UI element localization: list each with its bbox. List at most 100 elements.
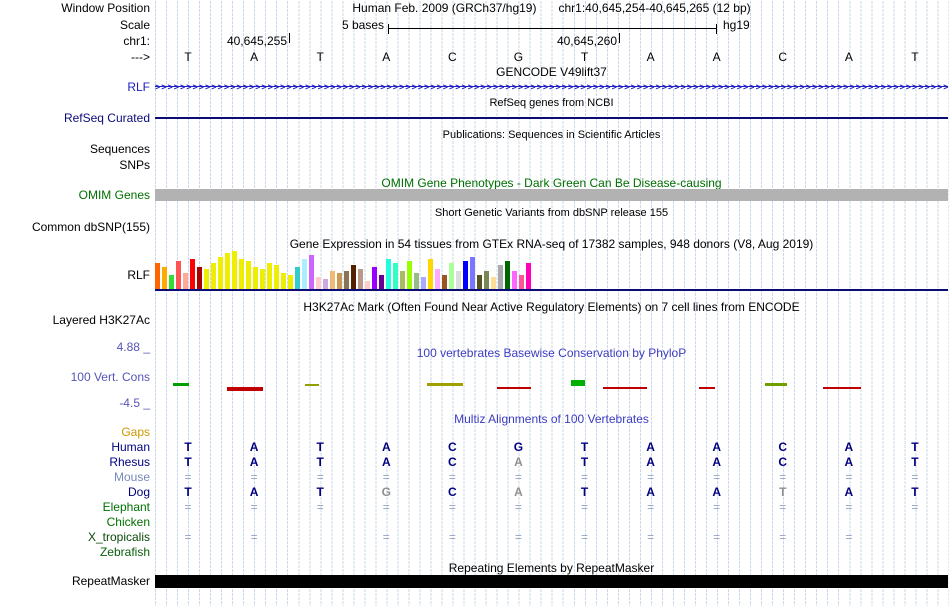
track-title-publications[interactable]: Publications: Sequences in Scientific Ar… (155, 128, 948, 142)
track-title-dbsnp[interactable]: Short Genetic Variants from dbSNP releas… (155, 206, 948, 220)
cons-max-value: 4.88 _ (116, 340, 150, 354)
gtex-tissue-bar[interactable] (274, 265, 279, 289)
gtex-tissue-bar[interactable] (372, 267, 377, 289)
alignment-cell (618, 515, 684, 530)
track-label-snps[interactable]: SNPs (0, 158, 150, 172)
gtex-tissue-bar[interactable] (253, 267, 258, 289)
gtex-tissue-bar[interactable] (400, 271, 405, 289)
gtex-tissue-bar[interactable] (176, 261, 181, 289)
track-label-h3k27ac[interactable]: Layered H3K27Ac (0, 313, 150, 327)
gtex-tissue-bar[interactable] (491, 277, 496, 289)
track-label-gtex-gene[interactable]: RLF (0, 268, 150, 282)
species-label-zebrafish[interactable]: Zebrafish (0, 545, 150, 559)
gtex-tissue-bar[interactable] (498, 265, 503, 289)
gtex-tissue-bar[interactable] (302, 259, 307, 289)
gtex-tissue-bar[interactable] (323, 279, 328, 289)
conservation-plot (155, 355, 948, 415)
alignment-cell: = (382, 500, 390, 514)
gtex-tissue-bar[interactable] (190, 259, 195, 289)
gtex-tissue-bar[interactable] (204, 269, 209, 289)
repeatmasker-bar[interactable] (155, 575, 948, 588)
alignment-cell (684, 515, 750, 530)
gtex-tissue-bar[interactable] (470, 257, 475, 289)
species-label-rhesus[interactable]: Rhesus (0, 455, 150, 469)
gtex-tissue-bar[interactable] (421, 277, 426, 289)
species-label-elephant[interactable]: Elephant (0, 500, 150, 514)
gtex-tissue-bar[interactable] (211, 263, 216, 289)
gtex-tissue-bar[interactable] (295, 267, 300, 289)
gtex-tissue-bar[interactable] (435, 269, 440, 289)
track-label-omim[interactable]: OMIM Genes (0, 188, 150, 202)
gtex-tissue-bar[interactable] (162, 267, 167, 289)
gtex-tissue-bar[interactable] (288, 275, 293, 289)
gtex-tissue-bar[interactable] (183, 273, 188, 289)
gtex-tissue-bar[interactable] (393, 263, 398, 289)
gtex-tissue-bar[interactable] (232, 251, 237, 289)
track-title-gencode[interactable]: GENCODE V49lift37 (155, 65, 948, 79)
alignment-cell: = (845, 500, 853, 514)
species-label-x_tropicalis[interactable]: X_tropicalis (0, 530, 150, 544)
gtex-tissue-bar[interactable] (442, 275, 447, 289)
track-label-dbsnp[interactable]: Common dbSNP(155) (0, 220, 150, 234)
gtex-tissue-bar[interactable] (330, 271, 335, 289)
gtex-tissue-bar[interactable] (218, 257, 223, 289)
alignment-cell: A (381, 440, 391, 454)
gtex-tissue-bar[interactable] (267, 263, 272, 289)
gtex-tissue-bar[interactable] (365, 281, 370, 289)
gtex-tissue-bar[interactable] (449, 263, 454, 289)
gtex-tissue-bar[interactable] (260, 269, 265, 289)
gtex-tissue-bar[interactable] (197, 267, 202, 289)
gtex-tissue-bar[interactable] (239, 259, 244, 289)
species-label-mouse[interactable]: Mouse (0, 470, 150, 484)
gtex-tissue-bar[interactable] (484, 271, 489, 289)
gtex-tissue-bar[interactable] (358, 269, 363, 289)
species-label-chicken[interactable]: Chicken (0, 515, 150, 529)
track-title-repeatmasker[interactable]: Repeating Elements by RepeatMasker (155, 561, 948, 575)
gtex-tissue-bar[interactable] (463, 261, 468, 289)
base-letter: A (844, 50, 853, 64)
track-title-omim[interactable]: OMIM Gene Phenotypes - Dark Green Can Be… (155, 176, 948, 190)
gtex-tissue-bar[interactable] (428, 259, 433, 289)
gtex-tissue-bar[interactable] (351, 265, 356, 289)
alignment-cell (155, 425, 221, 440)
gtex-tissue-bar[interactable] (526, 263, 531, 289)
species-label-dog[interactable]: Dog (0, 485, 150, 499)
gtex-tissue-bar[interactable] (344, 271, 349, 289)
gtex-tissue-bar[interactable] (169, 275, 174, 289)
track-title-gtex[interactable]: Gene Expression in 54 tissues from GTEx … (155, 237, 948, 251)
gtex-tissue-bar[interactable] (456, 271, 461, 289)
track-label-sequences[interactable]: Sequences (0, 142, 150, 156)
gtex-tissue-bar[interactable] (225, 253, 230, 289)
gtex-tissue-bar[interactable] (281, 273, 286, 289)
track-label-cons[interactable]: 100 Vert. Cons (0, 370, 150, 384)
track-title-multiz[interactable]: Multiz Alignments of 100 Vertebrates (155, 412, 948, 426)
position-range: chr1:40,645,254-40,645,265 (12 bp) (558, 1, 751, 15)
gtex-tissue-bar[interactable] (246, 261, 251, 289)
gtex-tissue-bar[interactable] (309, 255, 314, 289)
track-title-refseq[interactable]: RefSeq genes from NCBI (155, 96, 948, 110)
gencode-gene-line[interactable]: >>>>>>>>>>>>>>>>>>>>>>>>>>>>>>>>>>>>>>>>… (155, 82, 948, 92)
track-label-repeatmasker[interactable]: RepeatMasker (0, 574, 150, 588)
gtex-tissue-bar[interactable] (407, 261, 412, 289)
omim-gene-bar[interactable] (155, 189, 948, 201)
gtex-tissue-bar[interactable] (505, 261, 510, 289)
species-label-human[interactable]: Human (0, 440, 150, 454)
gtex-tissue-bar[interactable] (155, 263, 160, 289)
gtex-tissue-bar[interactable] (414, 273, 419, 289)
base-letter: A (250, 50, 259, 64)
alignment-cell (353, 515, 419, 530)
gtex-tissue-bar[interactable] (316, 277, 321, 289)
gtex-tissue-bar[interactable] (379, 275, 384, 289)
alignment-cell: A (514, 455, 523, 469)
track-title-h3k27ac[interactable]: H3K27Ac Mark (Often Found Near Active Re… (155, 300, 948, 314)
refseq-gene-line[interactable] (155, 117, 948, 119)
gtex-tissue-bar[interactable] (512, 271, 517, 289)
gtex-tissue-bar[interactable] (386, 259, 391, 289)
gtex-tissue-bar[interactable] (337, 273, 342, 289)
alignment-cell (353, 425, 419, 440)
gtex-tissue-bar[interactable] (477, 275, 482, 289)
track-label-refseq[interactable]: RefSeq Curated (0, 111, 150, 125)
track-label-gencode-gene[interactable]: RLF (0, 80, 150, 94)
gtex-tissue-bar[interactable] (519, 275, 524, 289)
alignment-cell (551, 515, 617, 530)
